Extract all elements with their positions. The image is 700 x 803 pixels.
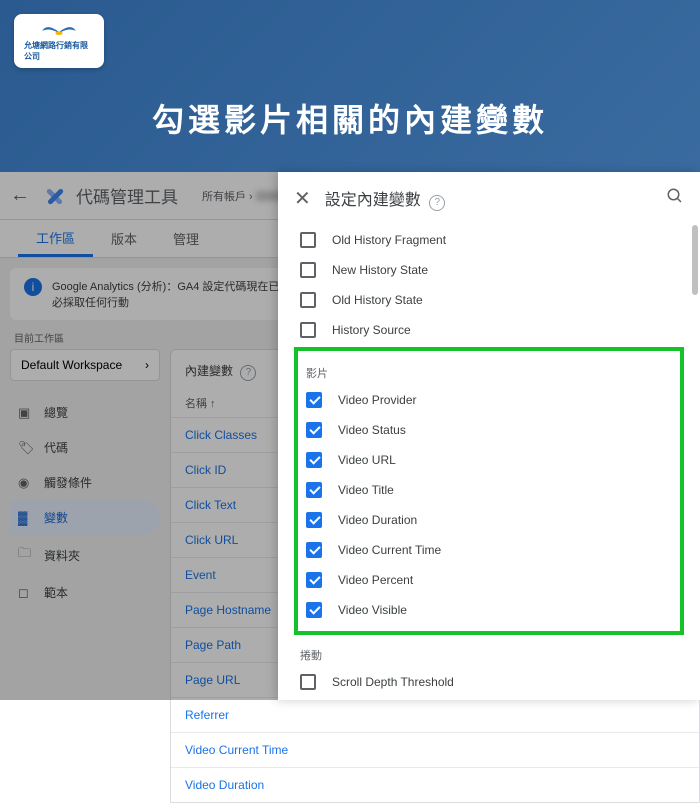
checkbox[interactable] [306, 392, 322, 408]
checkbox-row[interactable]: Video Visible [300, 595, 678, 625]
app-screenshot: ← 代碼管理工具 所有帳戶 › xx 工作區 版本 管理 i Google An… [0, 172, 700, 700]
nav-item-4[interactable]: 🗀 資料夾 [10, 535, 160, 575]
checkbox-label: Old History Fragment [332, 233, 446, 247]
checkbox-label: Video URL [338, 453, 396, 467]
checkbox-row[interactable]: Old History Fragment [294, 225, 684, 255]
checkbox-label: Video Current Time [338, 543, 441, 557]
checkbox[interactable] [300, 292, 316, 308]
variable-row[interactable]: Video Current Time [171, 732, 699, 767]
hero-title: 勾選影片相關的內建變數 [0, 0, 700, 141]
info-icon: i [24, 278, 42, 296]
checkbox-label: History Source [332, 323, 411, 337]
search-icon[interactable] [666, 187, 684, 210]
video-section-highlight: 影片 Video Provider Video Status Video URL Vi… [294, 347, 684, 635]
nav-item-5[interactable]: ◻ 範本 [10, 575, 160, 610]
nav-item-2[interactable]: ◉ 觸發條件 [10, 465, 160, 500]
logo-text: 允塘網路行銷有限公司 [24, 40, 94, 62]
drawer-title: 設定內建變數 ? [325, 186, 652, 211]
notice-sub: 必採取任何行動 [52, 294, 311, 310]
wings-icon [39, 20, 79, 38]
nav-icon: 🗀 [18, 544, 34, 566]
chevron-right-icon: › [145, 358, 149, 372]
checkbox-label: Video Duration [338, 513, 417, 527]
checkbox-row[interactable]: Video Title [300, 475, 678, 505]
nav-item-3[interactable]: ▓ 變數 [10, 500, 160, 535]
nav-label: 範本 [44, 584, 68, 601]
checkbox[interactable] [300, 674, 316, 690]
nav-label: 觸發條件 [44, 474, 92, 491]
checkbox-label: New History State [332, 263, 428, 277]
checkbox-row[interactable]: History Source [294, 315, 684, 345]
nav-label: 資料夾 [44, 547, 80, 564]
tab-workspace[interactable]: 工作區 [18, 220, 93, 257]
hero-banner: 允塘網路行銷有限公司 勾選影片相關的內建變數 [0, 0, 700, 172]
checkbox-row[interactable]: Old History State [294, 285, 684, 315]
checkbox-label: Video Provider [338, 393, 417, 407]
variable-row[interactable]: Video Duration [171, 767, 699, 802]
notice-text: Google Analytics (分析)：GA4 設定代碼現在已變更... [52, 278, 311, 294]
checkbox-row[interactable]: Video Percent [300, 565, 678, 595]
checkbox[interactable] [306, 452, 322, 468]
checkbox-row[interactable]: New History State [294, 255, 684, 285]
app-name: 代碼管理工具 [76, 183, 178, 208]
checkbox-label: Video Title [338, 483, 394, 497]
checkbox-row[interactable]: Video URL [300, 445, 678, 475]
back-arrow-icon[interactable]: ← [10, 184, 34, 207]
sidebar: Default Workspace › ▣ 總覽 🏷 代碼 ◉ 觸發條件 ▓ 變數 🗀 資料夾 ◻ 範… [0, 349, 170, 803]
configure-builtin-drawer: ✕ 設定內建變數 ? Old History Fragment New Histo… [278, 172, 700, 700]
nav-icon: ◻ [18, 585, 34, 601]
checkbox-row[interactable]: Video Provider [300, 385, 678, 415]
checkbox[interactable] [306, 482, 322, 498]
checkbox-row[interactable]: Scroll Depth Threshold [294, 667, 684, 697]
nav-icon: ◉ [18, 475, 34, 491]
checkbox[interactable] [306, 422, 322, 438]
nav-icon: ▓ [18, 510, 34, 525]
checkbox[interactable] [300, 262, 316, 278]
company-logo: 允塘網路行銷有限公司 [14, 14, 104, 68]
section-label-video: 影片 [300, 355, 678, 385]
nav-icon: 🏷 [18, 440, 34, 456]
section-label-scroll: 捲動 [294, 637, 684, 667]
nav-label: 變數 [44, 509, 68, 526]
nav-icon: ▣ [18, 405, 34, 421]
checkbox-label: Scroll Depth Threshold [332, 675, 454, 689]
checkbox-label: Video Status [338, 423, 406, 437]
nav-label: 總覽 [44, 404, 68, 421]
checkbox-row[interactable]: Video Current Time [300, 535, 678, 565]
nav-label: 代碼 [44, 439, 68, 456]
gtm-logo-icon [42, 183, 68, 209]
tab-admin[interactable]: 管理 [155, 220, 217, 257]
tab-versions[interactable]: 版本 [93, 220, 155, 257]
nav-item-1[interactable]: 🏷 代碼 [10, 430, 160, 465]
workspace-selector[interactable]: Default Workspace › [10, 349, 160, 381]
checkbox[interactable] [306, 512, 322, 528]
checkbox[interactable] [306, 602, 322, 618]
nav-item-0[interactable]: ▣ 總覽 [10, 395, 160, 430]
checkbox[interactable] [306, 542, 322, 558]
checkbox-label: Old History State [332, 293, 423, 307]
variable-row[interactable]: Referrer [171, 697, 699, 732]
checkbox-row[interactable]: Video Duration [300, 505, 678, 535]
checkbox[interactable] [300, 232, 316, 248]
help-icon[interactable]: ? [240, 365, 256, 381]
scrollbar[interactable] [692, 225, 698, 295]
close-icon[interactable]: ✕ [294, 186, 311, 211]
checkbox-row[interactable]: Video Status [300, 415, 678, 445]
checkbox-label: Video Visible [338, 603, 407, 617]
checkbox[interactable] [300, 322, 316, 338]
checkbox[interactable] [306, 572, 322, 588]
checkbox-label: Video Percent [338, 573, 413, 587]
help-icon[interactable]: ? [429, 195, 445, 211]
